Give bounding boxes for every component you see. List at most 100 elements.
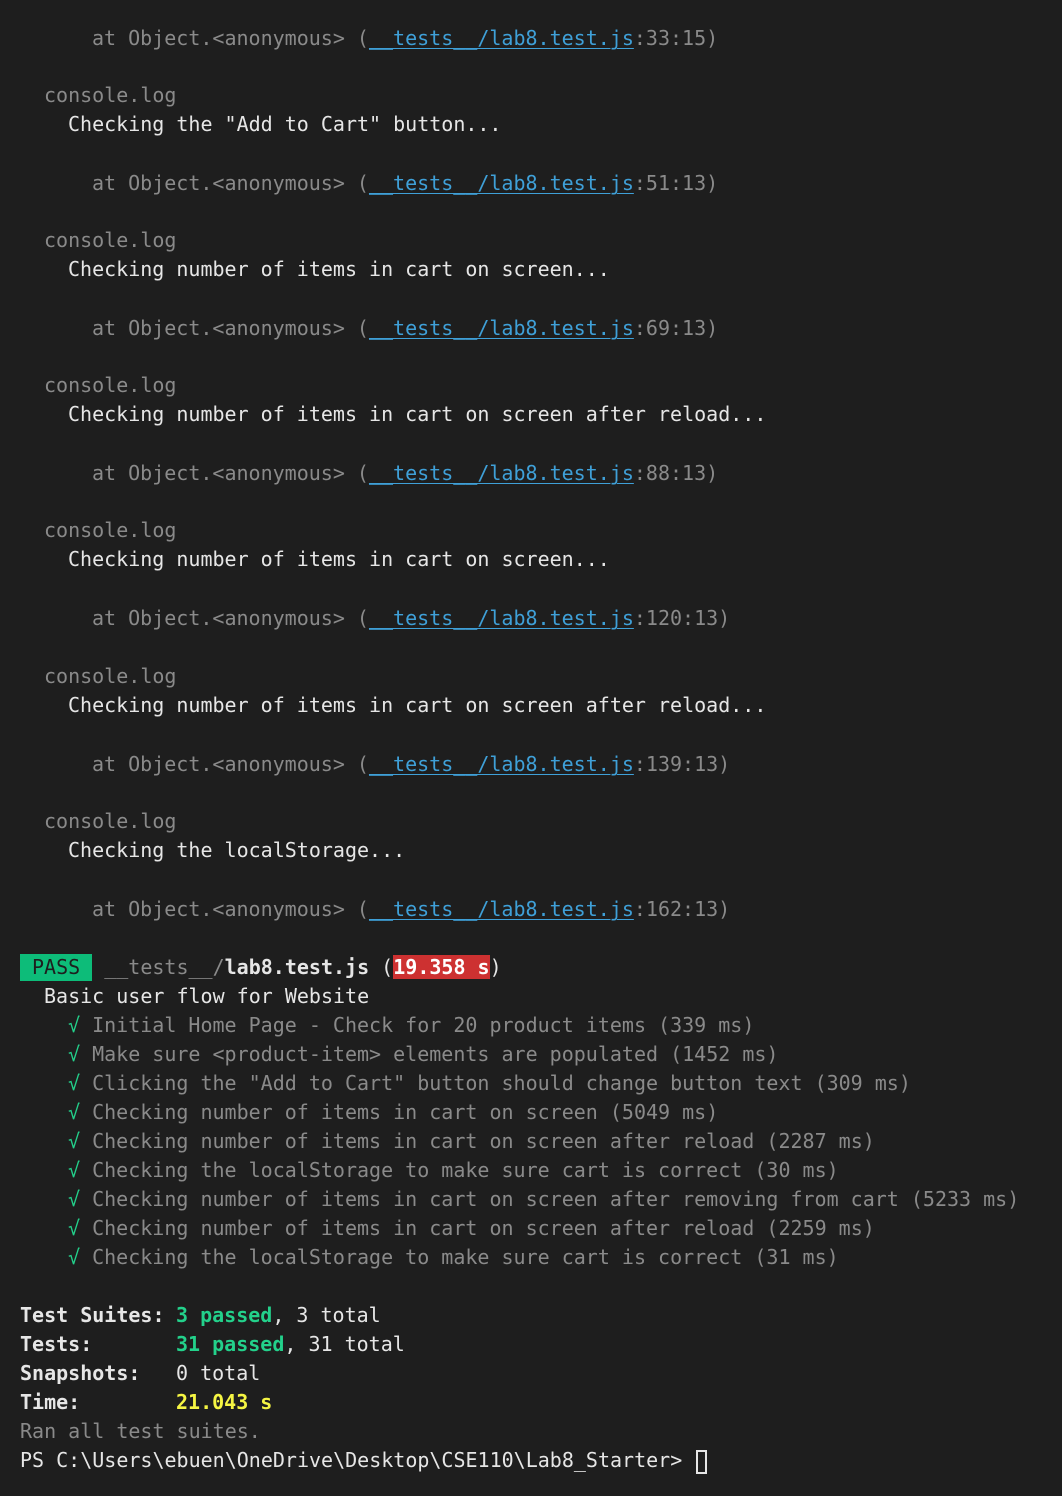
- stack-trace-file-link[interactable]: __tests__/lab8.test.js: [369, 897, 634, 921]
- summary-suites-passed: 3 passed: [176, 1303, 273, 1327]
- console-log-message-text: Checking the localStorage...: [68, 838, 406, 862]
- test-case-name: Checking number of items in cart on scre…: [92, 1129, 755, 1153]
- console-log-message-text: Checking number of items in cart on scre…: [68, 257, 610, 281]
- stack-trace-location: :162:13): [633, 897, 731, 921]
- check-icon: √: [68, 1245, 81, 1269]
- test-case-row: √ Checking number of items in cart on sc…: [68, 1098, 718, 1127]
- test-case-time: (309 ms): [814, 1071, 911, 1095]
- stack-trace-location: :88:13): [633, 461, 719, 485]
- stack-trace-line: at Object.<anonymous> (__tests__/lab8.te…: [92, 169, 718, 198]
- console-log-label: console.log: [44, 81, 176, 110]
- test-case-time: (339 ms): [658, 1013, 755, 1037]
- console-log-message: Checking number of items in cart on scre…: [68, 255, 610, 284]
- check-icon: √: [68, 1216, 81, 1240]
- stack-trace-location: :33:15): [633, 26, 719, 50]
- console-log-label-text: console.log: [44, 664, 177, 688]
- summary-time: Time: 21.043 s: [20, 1388, 272, 1417]
- test-case-name: Checking number of items in cart on scre…: [92, 1216, 755, 1240]
- ran-all-message: Ran all test suites.: [20, 1417, 261, 1446]
- stack-trace-file-link[interactable]: __tests__/lab8.test.js: [369, 461, 634, 485]
- summary-time-label: Time:: [20, 1390, 81, 1414]
- stack-trace-line: at Object.<anonymous> (__tests__/lab8.te…: [92, 750, 730, 779]
- describe-block: Basic user flow for Website: [44, 982, 369, 1011]
- test-file-result: PASS __tests__/lab8.test.js (19.358 s): [20, 953, 502, 982]
- shell-prompt-text: PS C:\Users\ebuen\OneDrive\Desktop\CSE11…: [20, 1448, 695, 1472]
- test-case-row: √ Checking number of items in cart on sc…: [68, 1127, 875, 1156]
- console-log-message: Checking number of items in cart on scre…: [68, 691, 766, 720]
- check-icon: √: [68, 1013, 81, 1037]
- summary-tests: Tests: 31 passed, 31 total: [20, 1330, 405, 1359]
- check-icon: √: [68, 1042, 81, 1066]
- test-case-row: √ Checking number of items in cart on sc…: [68, 1214, 875, 1243]
- test-case-time: (1452 ms): [670, 1042, 779, 1066]
- test-case-row: √ Checking the localStorage to make sure…: [68, 1243, 839, 1272]
- result-file: lab8.test.js: [224, 955, 370, 979]
- stack-trace-prefix: at Object.<anonymous> (: [92, 26, 369, 50]
- test-case-time: (2287 ms): [766, 1129, 875, 1153]
- console-log-label-text: console.log: [44, 373, 177, 397]
- test-case-name: Clicking the "Add to Cart" button should…: [92, 1071, 803, 1095]
- stack-trace-file-link[interactable]: __tests__/lab8.test.js: [369, 316, 634, 340]
- test-case-name: Checking the localStorage to make sure c…: [92, 1245, 743, 1269]
- test-case-time: (30 ms): [754, 1158, 839, 1182]
- describe-name: Basic user flow for Website: [44, 984, 370, 1008]
- stack-trace-file-link[interactable]: __tests__/lab8.test.js: [369, 171, 634, 195]
- test-case-time: (5233 ms): [910, 1187, 1020, 1211]
- summary-suites-label: Test Suites:: [20, 1303, 165, 1327]
- ran-all-text: Ran all test suites.: [20, 1419, 261, 1443]
- console-log-label-text: console.log: [44, 518, 177, 542]
- stack-trace-prefix: at Object.<anonymous> (: [92, 752, 369, 776]
- console-log-label-text: console.log: [44, 228, 177, 252]
- console-log-label: console.log: [44, 516, 176, 545]
- summary-tests-label: Tests:: [20, 1332, 93, 1356]
- test-case-row: √ Initial Home Page - Check for 20 produ…: [68, 1011, 754, 1040]
- stack-trace-file-link[interactable]: __tests__/lab8.test.js: [369, 26, 634, 50]
- test-case-time: (5049 ms): [609, 1100, 719, 1124]
- pass-badge: PASS: [20, 954, 93, 981]
- summary-suites-total: , 3 total: [272, 1303, 381, 1327]
- summary-snapshots-value: 0 total: [176, 1361, 261, 1385]
- console-log-message-text: Checking number of items in cart on scre…: [68, 402, 767, 426]
- stack-trace-line: at Object.<anonymous> (__tests__/lab8.te…: [92, 314, 718, 343]
- test-case-row: √ Make sure <product-item> elements are …: [68, 1040, 778, 1069]
- console-log-label: console.log: [44, 371, 176, 400]
- stack-trace-line: at Object.<anonymous> (__tests__/lab8.te…: [92, 24, 718, 53]
- test-case-name: Initial Home Page - Check for 20 product…: [92, 1013, 646, 1037]
- test-case-name: Make sure <product-item> elements are po…: [92, 1042, 659, 1066]
- console-log-label: console.log: [44, 226, 176, 255]
- test-case-row: √ Checking the localStorage to make sure…: [68, 1156, 839, 1185]
- stack-trace-file-link[interactable]: __tests__/lab8.test.js: [369, 752, 634, 776]
- summary-time-value: 21.043 s: [176, 1390, 273, 1414]
- stack-trace-location: :139:13): [633, 752, 731, 776]
- stack-trace-location: :120:13): [633, 606, 731, 630]
- stack-trace-prefix: at Object.<anonymous> (: [92, 316, 369, 340]
- test-case-row: √ Checking number of items in cart on sc…: [68, 1185, 1019, 1214]
- console-log-label: console.log: [44, 662, 176, 691]
- shell-prompt: PS C:\Users\ebuen\OneDrive\Desktop\CSE11…: [20, 1446, 708, 1475]
- stack-trace-location: :69:13): [633, 316, 719, 340]
- console-log-message: Checking number of items in cart on scre…: [68, 400, 766, 429]
- summary-snapshots: Snapshots: 0 total: [20, 1359, 260, 1388]
- stack-trace-file-link[interactable]: __tests__/lab8.test.js: [369, 606, 634, 630]
- stack-trace-location: :51:13): [633, 171, 719, 195]
- test-case-name: Checking number of items in cart on scre…: [92, 1187, 899, 1211]
- test-case-time: (2259 ms): [766, 1216, 875, 1240]
- test-case-name: Checking number of items in cart on scre…: [92, 1100, 598, 1124]
- check-icon: √: [68, 1100, 81, 1124]
- console-log-message-text: Checking the "Add to Cart" button...: [68, 112, 502, 136]
- console-log-message: Checking number of items in cart on scre…: [68, 545, 610, 574]
- summary-suites: Test Suites: 3 passed, 3 total: [20, 1301, 381, 1330]
- check-icon: √: [68, 1129, 81, 1153]
- console-log-message-text: Checking number of items in cart on scre…: [68, 547, 610, 571]
- stack-trace-prefix: at Object.<anonymous> (: [92, 897, 369, 921]
- stack-trace-line: at Object.<anonymous> (__tests__/lab8.te…: [92, 459, 718, 488]
- test-case-time: (31 ms): [754, 1245, 839, 1269]
- console-log-message-text: Checking number of items in cart on scre…: [68, 693, 767, 717]
- test-case-name: Checking the localStorage to make sure c…: [92, 1158, 743, 1182]
- stack-trace-line: at Object.<anonymous> (__tests__/lab8.te…: [92, 895, 730, 924]
- slow-duration-badge: 19.358 s: [393, 955, 490, 979]
- text-cursor[interactable]: [696, 1449, 708, 1474]
- result-open-paren: (: [369, 955, 394, 979]
- check-icon: √: [68, 1158, 81, 1182]
- result-dir: __tests__/: [104, 955, 225, 979]
